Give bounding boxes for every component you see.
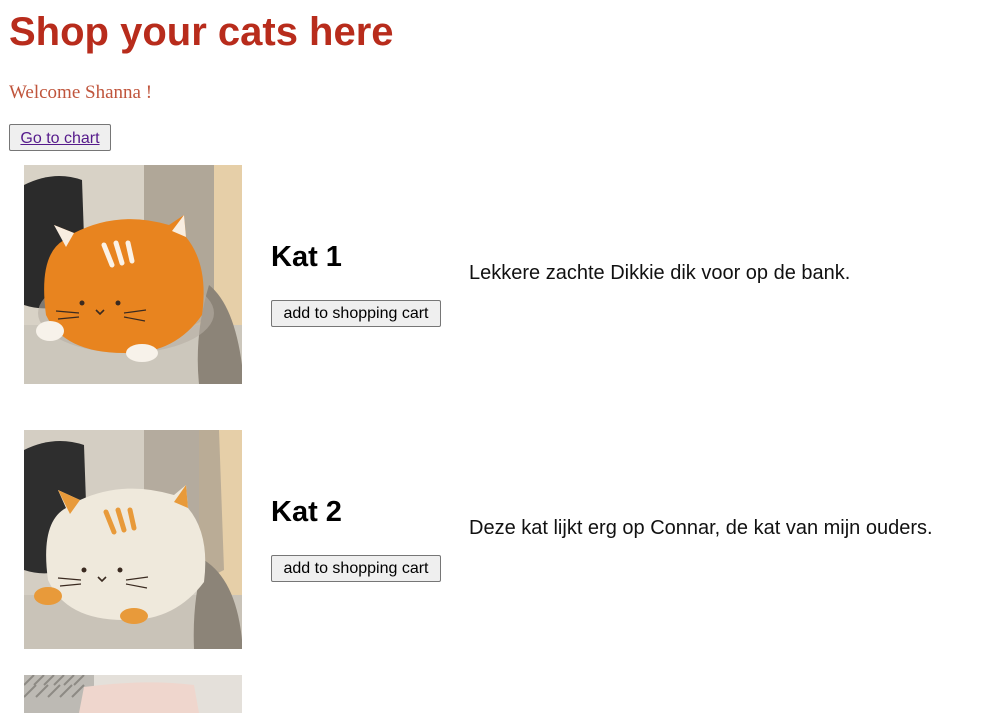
product-description: Deze kat lijkt erg op Connar, de kat van… bbox=[469, 517, 933, 539]
welcome-message: Welcome Shanna ! bbox=[9, 82, 153, 103]
product-description: Lekkere zachte Dikkie dik voor op de ban… bbox=[469, 262, 851, 284]
product-card bbox=[0, 675, 993, 713]
product-image-orange-cat-plush[interactable] bbox=[24, 165, 242, 384]
product-name: Kat 1 bbox=[271, 241, 342, 273]
product-card: Kat 2 add to shopping cart Deze kat lijk… bbox=[0, 430, 993, 649]
go-to-chart-button[interactable]: Go to chart bbox=[9, 124, 111, 151]
page-title: Shop your cats here bbox=[9, 10, 394, 54]
product-image-pink-cushion[interactable] bbox=[24, 675, 242, 713]
product-name: Kat 2 bbox=[271, 496, 342, 528]
add-to-cart-button[interactable]: add to shopping cart bbox=[271, 555, 441, 582]
product-image-white-cat-plush[interactable] bbox=[24, 430, 242, 649]
add-to-cart-button[interactable]: add to shopping cart bbox=[271, 300, 441, 327]
product-card: Kat 1 add to shopping cart Lekkere zacht… bbox=[0, 165, 993, 384]
